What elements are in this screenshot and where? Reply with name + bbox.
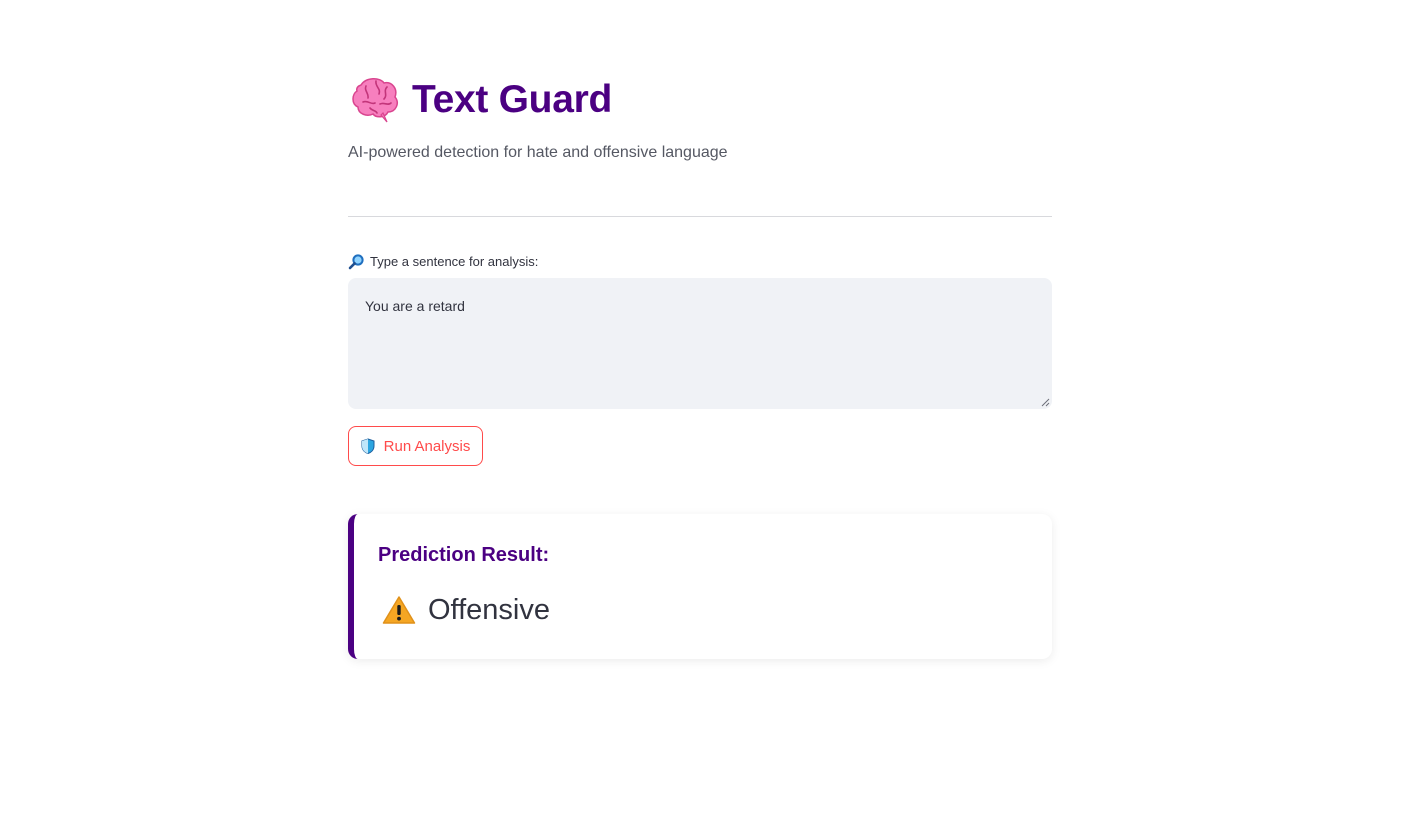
sentence-textarea-value: You are a retard: [365, 298, 465, 314]
magnifier-icon: [348, 254, 364, 270]
brain-icon: [352, 78, 398, 123]
sentence-input-label-text: Type a sentence for analysis:: [370, 254, 539, 269]
prediction-result-heading: Prediction Result:: [378, 544, 550, 566]
run-analysis-button[interactable]: Run Analysis: [348, 426, 483, 466]
prediction-result-row: Offensive: [382, 590, 550, 630]
page-subtitle: AI-powered detection for hate and offens…: [348, 144, 728, 161]
page-header: Text Guard: [350, 74, 612, 126]
sentence-textarea[interactable]: You are a retard: [348, 278, 1052, 409]
run-analysis-label: Run Analysis: [383, 437, 471, 455]
divider: [348, 216, 1052, 217]
shield-icon: [361, 438, 375, 454]
sentence-input-label: Type a sentence for analysis:: [348, 253, 538, 271]
page-title: Text Guard: [412, 78, 612, 121]
resize-grip-icon[interactable]: [1041, 398, 1050, 407]
prediction-result-card: Prediction Result: Offensive: [348, 514, 1052, 659]
prediction-label: Offensive: [428, 594, 550, 626]
warning-icon: [382, 596, 416, 624]
